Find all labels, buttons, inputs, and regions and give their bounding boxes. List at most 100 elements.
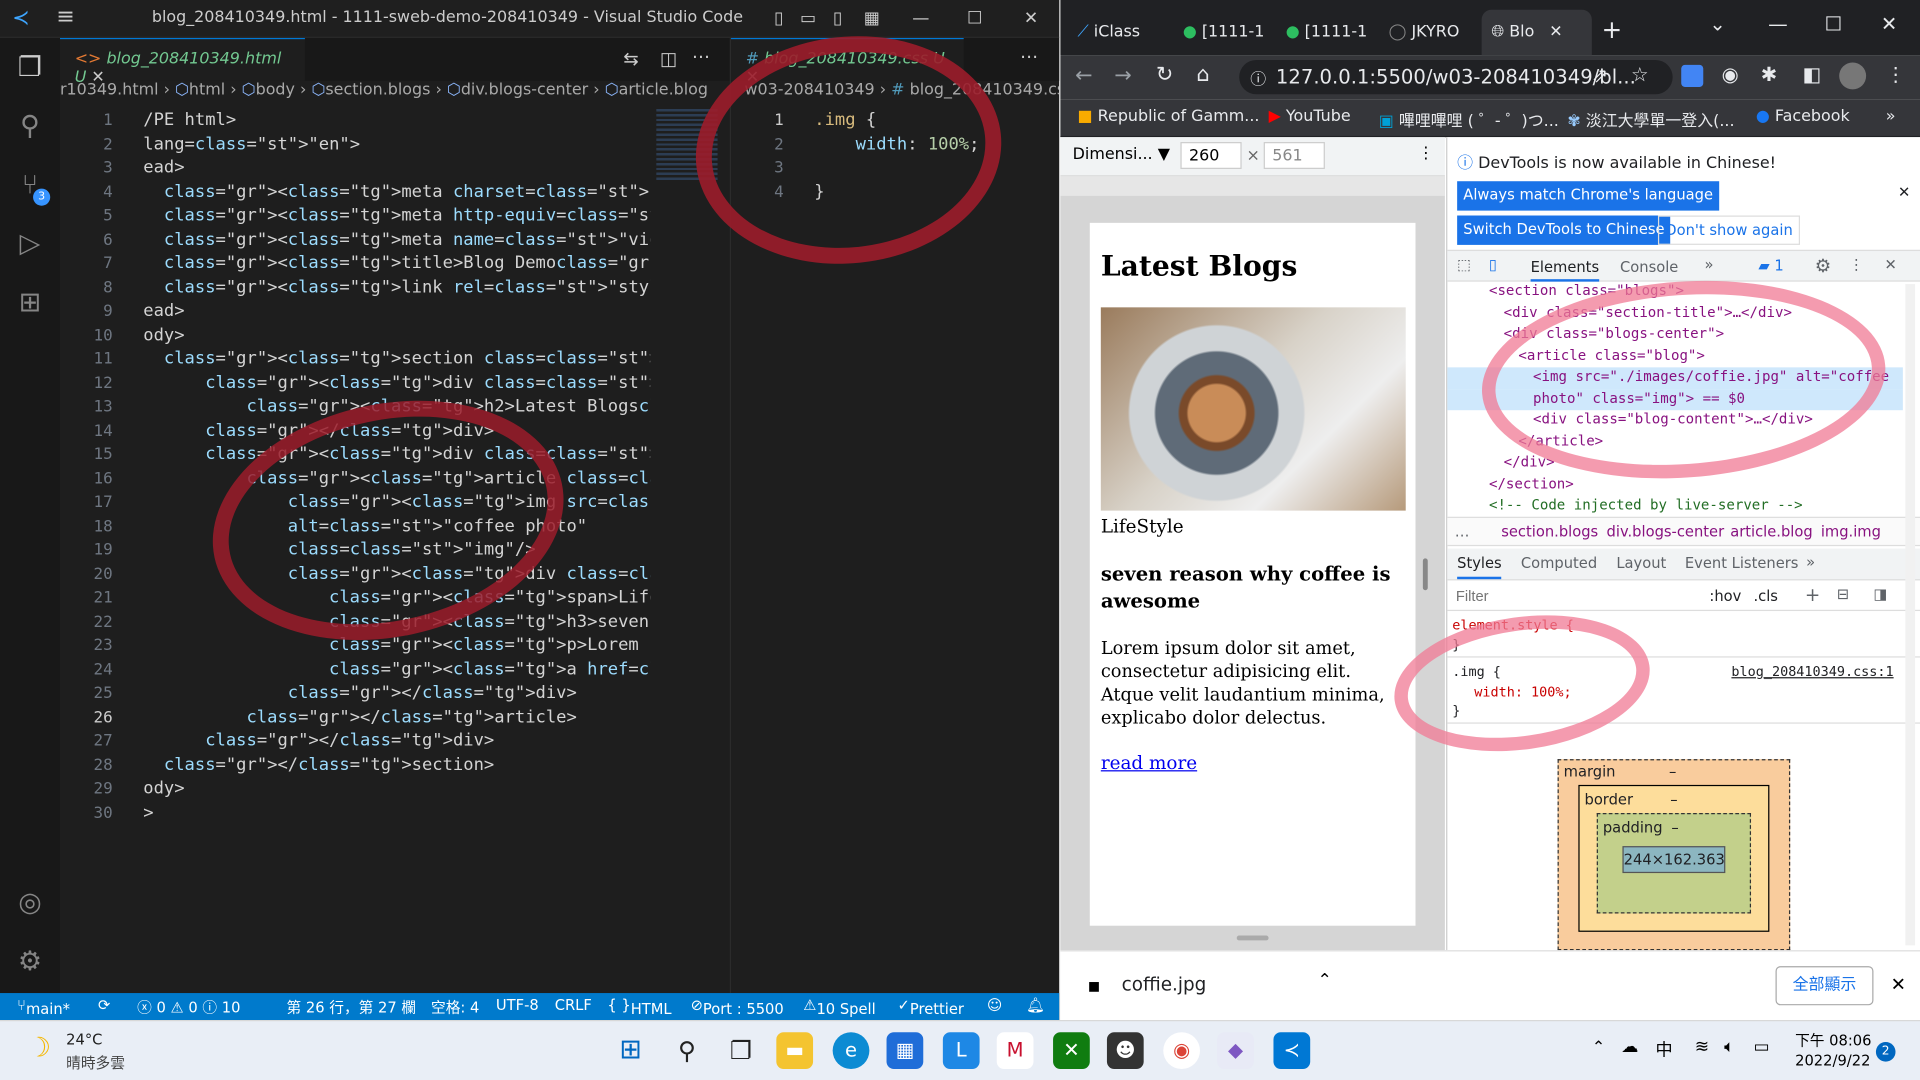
layout-sidebar-icon[interactable]: ▯ (764, 5, 793, 32)
wifi-icon[interactable]: ≋ (1695, 1037, 1709, 1057)
weather-temp[interactable]: 24°C (66, 1031, 102, 1048)
layout-secondary-icon[interactable]: ▯ (823, 5, 852, 32)
code-line[interactable]: class="gr"><class="tg">link rel=class="s… (143, 276, 650, 300)
code-line[interactable]: ead> (143, 157, 650, 181)
notification-badge[interactable]: 2 (1875, 1042, 1896, 1062)
customize-layout-icon[interactable]: ▦ (857, 5, 886, 32)
store-icon[interactable]: ▦ (886, 1032, 924, 1069)
dont-show-again-button[interactable]: Don't show again (1657, 215, 1801, 245)
account-icon[interactable]: ◎ (10, 883, 50, 923)
switch-chinese-button[interactable]: Switch DevTools to Chinese (1457, 215, 1671, 245)
bookmark-item[interactable]: ■ Republic of Gamm... (1078, 108, 1260, 126)
more-bookmarks-icon[interactable]: » (1886, 108, 1896, 126)
crumb-body[interactable]: body (256, 81, 295, 99)
tab-layout[interactable]: Layout (1616, 555, 1666, 572)
crumb-section[interactable]: section.blogs (325, 81, 430, 99)
resize-handle-bottom[interactable] (1236, 935, 1269, 941)
bookmark-item[interactable]: ▣ 嗶哩嗶哩 ( ゜- ゜)つ... (1379, 108, 1559, 131)
devtools-menu-icon[interactable]: ⋮ (1849, 256, 1864, 273)
new-rule-icon[interactable]: + (1805, 584, 1820, 606)
weather-icon[interactable]: ☽ (27, 1033, 51, 1064)
onedrive-icon[interactable]: ☁ (1621, 1037, 1638, 1057)
prettier-status[interactable]: ✓ Prettier (898, 997, 964, 1018)
home-icon[interactable]: ⌂ (1196, 62, 1209, 86)
device-more-icon[interactable]: ⋮ (1418, 144, 1434, 162)
bookmark-star-icon[interactable]: ☆ (1631, 62, 1649, 85)
new-tab-icon[interactable]: + (1602, 15, 1623, 44)
forward-icon[interactable]: → (1114, 64, 1131, 88)
reload-icon[interactable]: ↻ (1156, 62, 1173, 86)
crumb-div[interactable]: div.blogs-center (461, 81, 588, 99)
avatar[interactable] (1839, 62, 1867, 90)
start-windows-icon[interactable]: ⊞ (612, 1032, 649, 1069)
chrome-tab-active[interactable]: 🌐︎ Blo ✕ (1481, 9, 1592, 56)
extensions-icon[interactable]: ⊞ (10, 283, 50, 323)
show-all-button[interactable]: 全部顯示 (1775, 966, 1874, 1006)
search-icon[interactable]: ⚲ (10, 107, 50, 147)
minimize-icon[interactable]: — (1768, 12, 1788, 35)
minimize-icon[interactable]: — (906, 5, 935, 32)
download-filename[interactable]: coffie.jpg (1122, 973, 1207, 995)
menu-icon[interactable]: ≡ (56, 4, 74, 30)
tab-console[interactable]: Console (1620, 258, 1678, 275)
maximize-icon[interactable]: ☐ (960, 5, 989, 32)
language-status[interactable]: { } HTML (607, 997, 671, 1018)
github-desktop-icon[interactable]: ☻ (1106, 1032, 1144, 1069)
open-changes-icon[interactable]: ⇆ (623, 48, 638, 70)
code-line[interactable]: class="gr"></class="tg">div> (143, 730, 650, 754)
code-line[interactable]: class="gr"></class="tg">section> (143, 754, 650, 778)
live-server-status[interactable]: ⊘ Port : 5500 (691, 997, 784, 1018)
line-l-icon[interactable]: L (942, 1032, 980, 1069)
code-line[interactable]: class="gr"><class="tg">meta http-equiv=c… (143, 204, 650, 228)
code-line[interactable]: class="gr"><class="tg">a href=class="st"… (143, 658, 650, 682)
indent-status[interactable]: 空格: 4 (431, 997, 479, 1018)
mcafee-icon[interactable]: M (996, 1032, 1034, 1069)
run-debug-icon[interactable]: ▷ (10, 224, 50, 264)
dimensions-select[interactable]: Dimensi... ▼ (1073, 146, 1170, 164)
spell-status[interactable]: ⚠ 10 Spell (803, 997, 875, 1018)
toggle-sidebar-icon[interactable]: ◨ (1873, 585, 1887, 602)
xbox-icon[interactable]: ✕ (1053, 1032, 1090, 1069)
devtools-scrollbar[interactable] (1905, 284, 1916, 946)
crumb-html[interactable]: html (189, 81, 225, 99)
issues-badge[interactable]: ▰ 1 (1758, 257, 1783, 274)
taskbar-search-icon[interactable]: ⚲ (669, 1032, 706, 1069)
close-download-icon[interactable]: ✕ (1891, 973, 1906, 995)
tab-html-file[interactable]: <> blog_208410349.html U ✕ (60, 37, 305, 87)
code-line[interactable]: ead> (143, 300, 650, 324)
code-line[interactable]: /PE html> (143, 109, 650, 133)
settings-gear-icon[interactable]: ⚙ (10, 942, 50, 982)
rule-source-link[interactable]: blog_208410349.css:1 (1731, 664, 1893, 680)
code-line[interactable]: class="gr"><class="tg">title>Blog Democl… (143, 252, 650, 276)
chrome-tab[interactable]: ⟋ iClass (1078, 10, 1176, 55)
code-line[interactable]: class="gr"><class="tg">section class=cla… (143, 348, 650, 372)
read-more-link[interactable]: read more (1101, 752, 1197, 774)
back-icon[interactable]: ← (1075, 64, 1092, 88)
height-input[interactable]: 561 (1263, 142, 1325, 169)
tab-elements[interactable]: Elements (1530, 258, 1600, 282)
code-line[interactable]: ody> (143, 324, 650, 348)
close-icon[interactable]: ✕ (1016, 5, 1045, 32)
extensions-puzzle-icon[interactable]: ✱ (1761, 62, 1777, 85)
box-model-content[interactable]: 244×162.363 (1622, 846, 1726, 874)
code-line[interactable]: ody> (143, 778, 650, 802)
tab-event-listeners[interactable]: Event Listeners (1685, 555, 1799, 572)
site-info-icon[interactable]: ⓘ (1250, 66, 1266, 89)
file-explorer-icon[interactable]: ▬ (776, 1032, 814, 1069)
extension-icon[interactable]: ◉ (1722, 62, 1739, 85)
eol-status[interactable]: CRLF (555, 997, 592, 1014)
vscode-taskbar-icon[interactable]: ≺ (1273, 1032, 1311, 1069)
dom-crumb[interactable]: article.blog (1730, 523, 1813, 540)
split-editor-icon[interactable]: ◫ (660, 48, 677, 70)
breadcrumb-more-icon[interactable]: … (1455, 523, 1470, 540)
styles-filter-input[interactable] (1452, 584, 1693, 609)
code-line[interactable]: class="gr"><class="tg">div class=class="… (143, 372, 650, 396)
clock-time[interactable]: 下午 08:06 (1795, 1030, 1871, 1051)
explorer-icon[interactable]: ❐ (10, 48, 50, 88)
code-line[interactable]: class="gr"><class="tg">p>Lorem ipsum dol… (143, 634, 650, 658)
dom-crumb[interactable]: section.blogs (1501, 523, 1598, 540)
more-tabs-icon[interactable]: » (1704, 256, 1713, 273)
code-line[interactable]: > (143, 801, 650, 825)
code-line[interactable]: class="gr"><class="tg">meta charset=clas… (143, 181, 650, 205)
battery-icon[interactable]: ▭ (1753, 1037, 1769, 1057)
